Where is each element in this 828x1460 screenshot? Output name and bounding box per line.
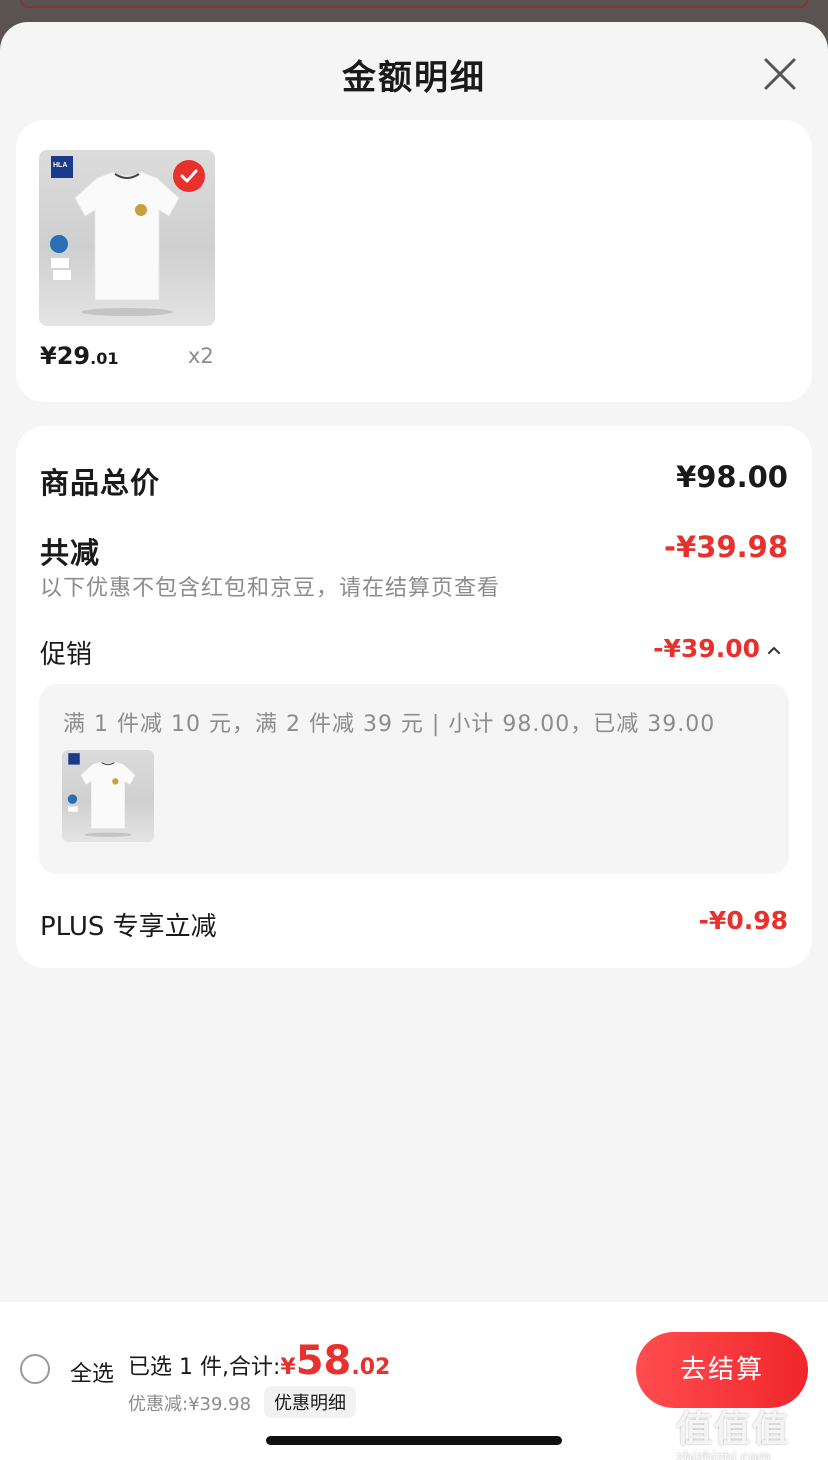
promotion-label: 促销 xyxy=(40,640,93,670)
promotion-value: -¥39.00 xyxy=(653,634,760,663)
total-amount-decimal: .02 xyxy=(351,1355,391,1380)
reduction-value: -¥39.98 xyxy=(664,530,788,564)
total-price-label: 商品总价 xyxy=(40,466,161,500)
total-price-row: 商品总价 ¥98.00 xyxy=(40,460,788,500)
plus-discount-value: -¥0.98 xyxy=(698,906,788,935)
selected-check-badge[interactable] xyxy=(173,160,205,192)
price-detail-card: 商品总价 ¥98.00 共减 -¥39.98 以下优惠不包含红包和京豆，请在结算… xyxy=(16,426,812,968)
watermark-logo: 值值值 xyxy=(676,1409,791,1450)
product-card: HLA ¥29.01 x2 xyxy=(16,120,812,402)
checkout-button[interactable]: 去结算 xyxy=(636,1332,808,1408)
price-decimal: .01 xyxy=(90,349,119,368)
product-image[interactable]: HLA xyxy=(39,150,215,326)
watermark-url: zhizhizhi.com xyxy=(676,1450,771,1460)
amount-detail-sheet: 金额明细 HLA ¥29.01 x2 商品总价 ¥98.00 共减 -¥39.9… xyxy=(0,22,828,1460)
reduction-hint: 以下优惠不包含红包和京豆，请在结算页查看 xyxy=(40,576,501,601)
total-currency: ¥ xyxy=(280,1355,296,1380)
checkout-bar: 全选 已选 1 件,合计:¥58.02 优惠减:¥39.98 优惠明细 去结算 … xyxy=(0,1302,828,1460)
reduction-label: 共减 xyxy=(40,536,101,570)
background-element xyxy=(20,0,808,8)
product-quantity: x2 xyxy=(188,344,214,368)
select-all-radio[interactable] xyxy=(20,1354,50,1384)
price-main: ¥29 xyxy=(40,342,91,370)
chevron-up-icon[interactable] xyxy=(764,640,784,660)
promotion-detail-box: 满 1 件减 10 元，满 2 件减 39 元 | 小计 98.00，已减 39… xyxy=(39,684,789,874)
close-icon xyxy=(764,58,796,90)
home-indicator[interactable] xyxy=(266,1436,562,1445)
product-price: ¥29.01 xyxy=(40,342,118,370)
check-icon xyxy=(180,169,198,183)
plus-discount-row: PLUS 专享立减 -¥0.98 xyxy=(40,906,788,942)
tshirt-thumb-image xyxy=(67,753,136,837)
total-amount-main: 58 xyxy=(295,1338,352,1384)
select-all-label[interactable]: 全选 xyxy=(70,1356,114,1388)
promotion-row[interactable]: 促销 -¥39.00 xyxy=(40,634,788,670)
brand-logo-text: HLA xyxy=(53,162,67,169)
sheet-title: 金额明细 xyxy=(342,58,486,98)
promotion-detail-text: 满 1 件减 10 元，满 2 件减 39 元 | 小计 98.00，已减 39… xyxy=(63,712,716,737)
selected-count-label: 已选 1 件,合计: xyxy=(128,1355,281,1380)
plus-discount-label: PLUS 专享立减 xyxy=(40,912,217,942)
reduction-row: 共减 -¥39.98 xyxy=(40,530,788,570)
discount-summary: 优惠减:¥39.98 xyxy=(128,1394,252,1415)
close-button[interactable] xyxy=(758,52,802,96)
selected-total: 已选 1 件,合计:¥58.02 xyxy=(128,1338,390,1384)
promotion-product-image[interactable] xyxy=(62,750,154,842)
discount-detail-button[interactable]: 优惠明细 xyxy=(264,1386,356,1418)
total-price-value: ¥98.00 xyxy=(676,460,788,494)
